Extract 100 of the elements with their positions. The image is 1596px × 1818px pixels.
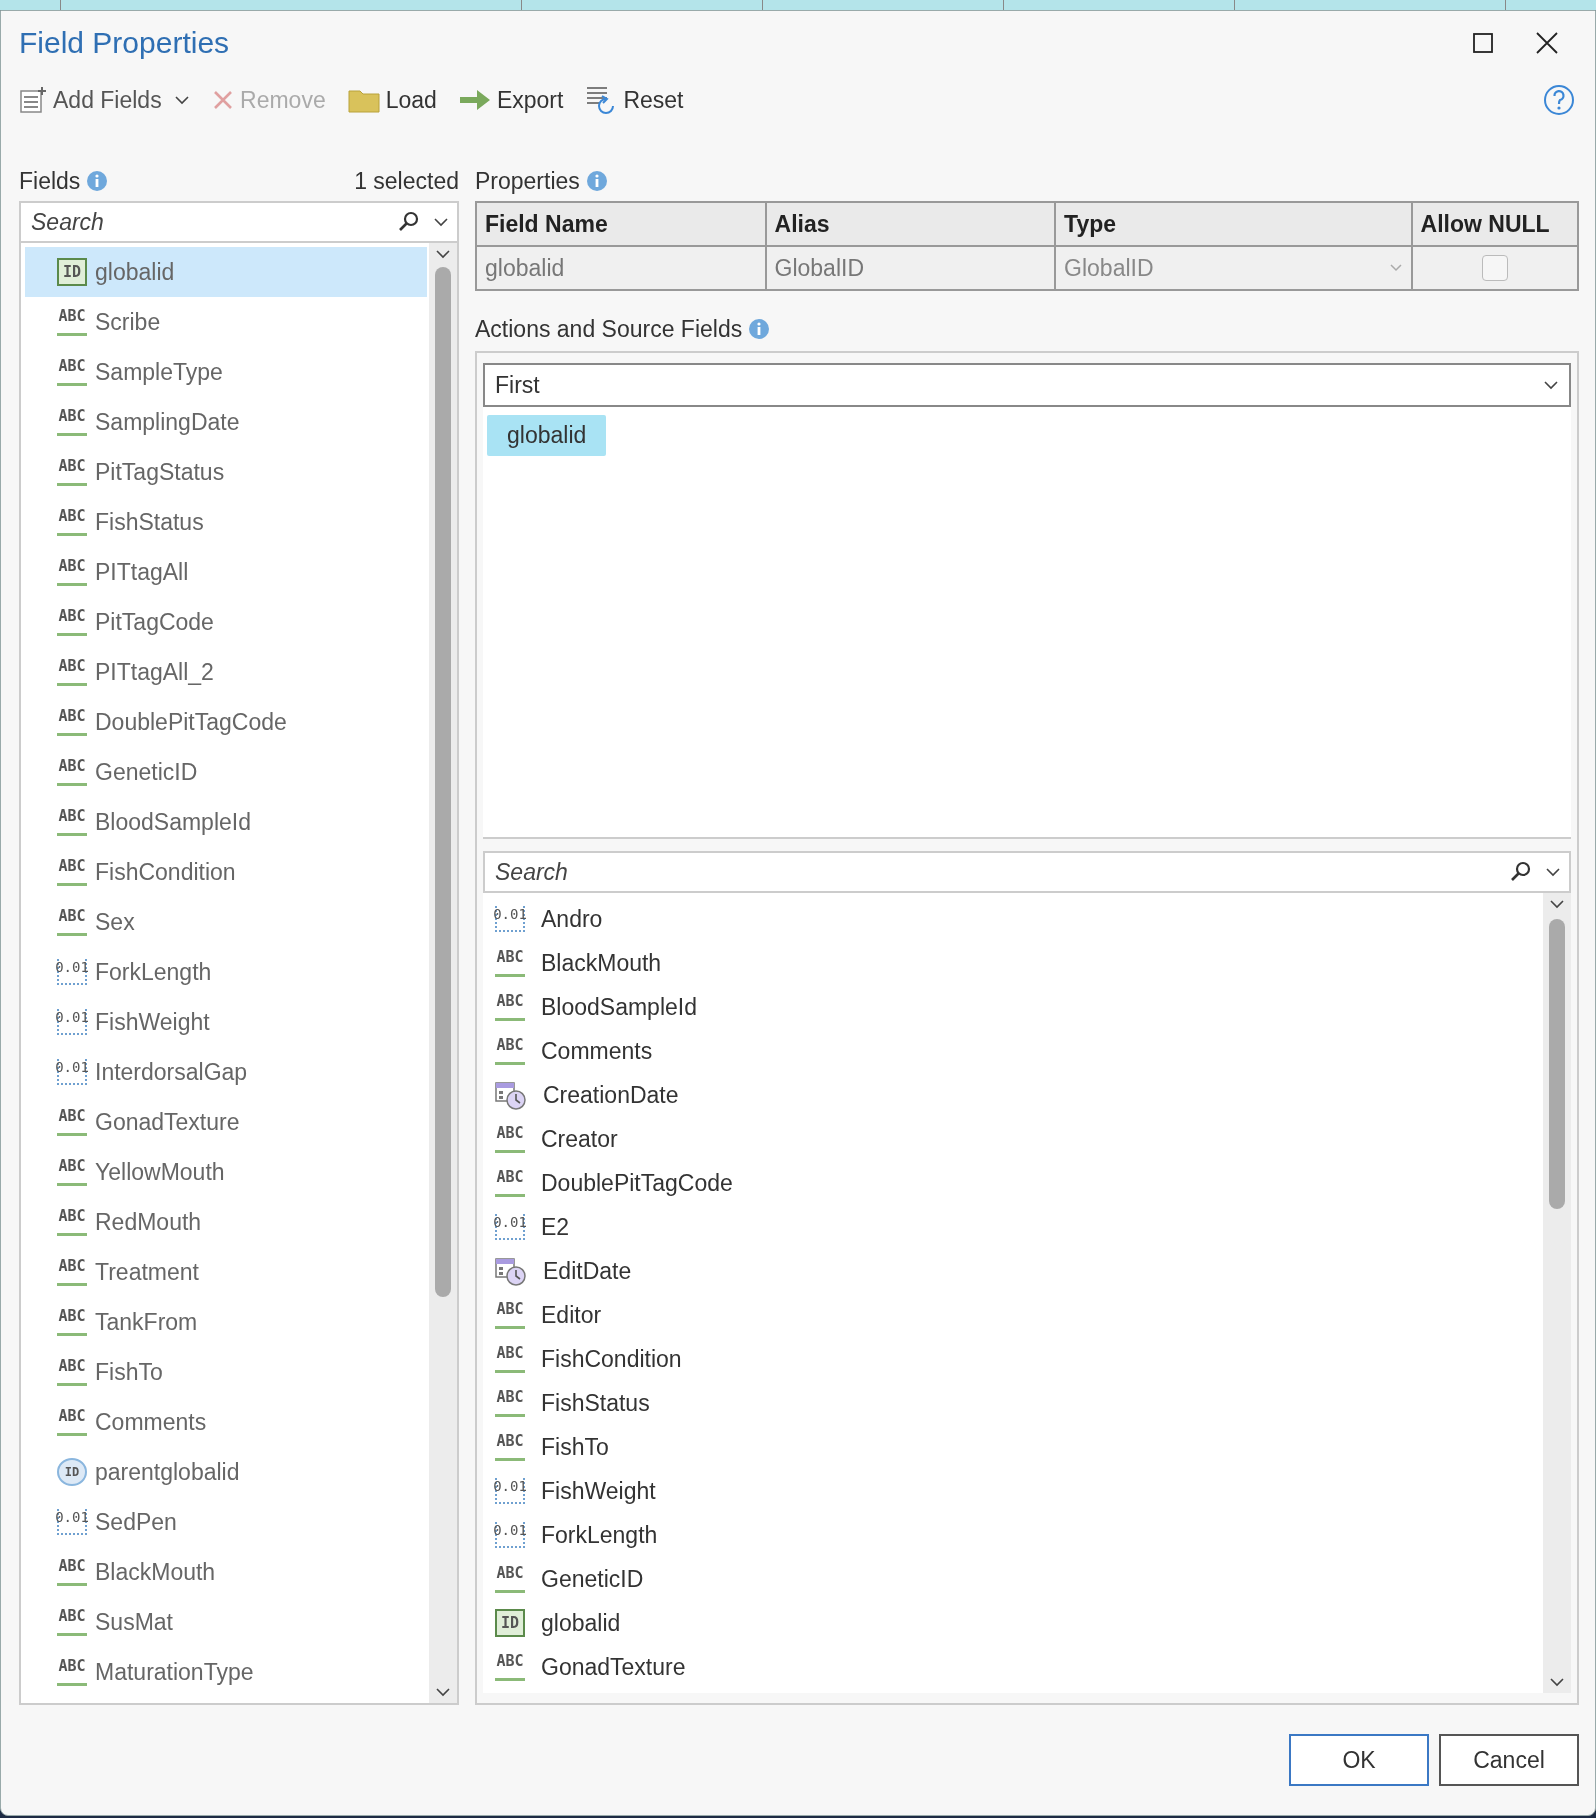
field-list-item[interactable]: ABC SusMat	[25, 1597, 427, 1647]
column-header: Field Name	[476, 202, 766, 246]
field-list-item[interactable]: ABC RedMouth	[25, 1197, 427, 1247]
field-name: Editor	[541, 1301, 602, 1329]
number-field-icon: 0.01	[495, 1214, 525, 1240]
field-list-item[interactable]: ABC TankFrom	[25, 1297, 427, 1347]
source-field-item[interactable]: ID globalid	[487, 1601, 1541, 1645]
field-list-item[interactable]: ABC Comments	[25, 1397, 427, 1447]
source-field-item[interactable]: ABC FishCondition	[487, 1337, 1541, 1381]
table-cell: globalid	[476, 246, 766, 290]
action-dropdown[interactable]: First	[483, 363, 1571, 407]
field-name: GeneticID	[541, 1565, 644, 1593]
field-list-item[interactable]: ABC SamplingDate	[25, 397, 427, 447]
dialog-button[interactable]: OK	[1289, 1734, 1429, 1786]
field-list-item[interactable]: 0.01 InterdorsalGap	[25, 1047, 427, 1097]
field-name: FishStatus	[541, 1389, 650, 1417]
field-name: GonadTexture	[95, 1108, 240, 1136]
field-name: PITtagAll_2	[95, 658, 214, 686]
close-icon	[1536, 32, 1558, 54]
field-list-item[interactable]: ABC MaturationType	[25, 1647, 427, 1697]
field-name: DoublePitTagCode	[95, 708, 287, 736]
field-list-item[interactable]: ABC PitTagStatus	[25, 447, 427, 497]
source-field-item[interactable]: CreationDate	[487, 1073, 1541, 1117]
toolbar-button[interactable]: Add Fields	[19, 86, 191, 114]
field-list-item[interactable]: ABC Scribe	[25, 297, 427, 347]
source-field-item[interactable]: ABC BloodSampleId	[487, 985, 1541, 1029]
field-name: GeneticID	[95, 758, 198, 786]
toolbar-button[interactable]: Reset	[585, 84, 684, 116]
field-list-item[interactable]: ABC PITtagAll_2	[25, 647, 427, 697]
chevron-down-icon[interactable]	[1543, 380, 1559, 390]
source-field-chip[interactable]: globalid	[487, 415, 607, 456]
column-header: Allow NULL	[1411, 202, 1578, 246]
field-list-item[interactable]: 0.01 SedPen	[25, 1497, 427, 1547]
selection-count: 1 selected	[354, 167, 459, 195]
field-name: SedPen	[95, 1508, 177, 1536]
field-list-item[interactable]: ID globalid	[25, 247, 427, 297]
field-list-item[interactable]: ABC Treatment	[25, 1247, 427, 1297]
field-list-item[interactable]: ABC BlackMouth	[25, 1547, 427, 1597]
field-list-item[interactable]: ABC FishStatus	[25, 497, 427, 547]
window-title: Field Properties	[19, 26, 231, 60]
folder-icon	[347, 87, 380, 113]
field-name: SusMat	[95, 1608, 173, 1636]
field-list-item[interactable]: ID parentglobalid	[25, 1447, 427, 1497]
field-name: FishWeight	[95, 1008, 210, 1036]
field-name: BloodSampleId	[95, 808, 251, 836]
scrollbar[interactable]	[1543, 893, 1571, 1693]
chevron-down-icon[interactable]	[1545, 867, 1561, 877]
table-cell: GlobalID	[765, 246, 1056, 290]
chevron-down-icon	[1388, 263, 1403, 273]
scrollbar-thumb[interactable]	[1549, 919, 1565, 1209]
guid-field-icon: ID	[57, 1458, 87, 1486]
calendar-clock-icon	[495, 1256, 527, 1286]
chevron-down-icon[interactable]	[433, 217, 449, 227]
search-field[interactable]: Search	[19, 201, 459, 243]
source-field-item[interactable]: ABC DoublePitTagCode	[487, 1161, 1541, 1205]
dialog-button[interactable]: Cancel	[1439, 1734, 1579, 1786]
source-field-item[interactable]: EditDate	[487, 1249, 1541, 1293]
source-field-item[interactable]: 0.01 E2	[487, 1205, 1541, 1249]
source-field-item[interactable]: ABC GeneticID	[487, 1557, 1541, 1601]
field-name: Sex	[95, 908, 135, 936]
scrollbar[interactable]	[429, 243, 457, 1703]
field-list-item[interactable]: ABC FishTo	[25, 1347, 427, 1397]
source-field-item[interactable]: ABC BlackMouth	[487, 941, 1541, 985]
source-field-item[interactable]: ABC Comments	[487, 1029, 1541, 1073]
source-field-item[interactable]: ABC GonadTexture	[487, 1645, 1541, 1689]
source-field-item[interactable]: 0.01 ForkLength	[487, 1513, 1541, 1557]
field-list-item[interactable]: ABC PITtagAll	[25, 547, 427, 597]
scroll-down-icon[interactable]	[435, 1687, 451, 1697]
toolbar-button[interactable]: Load	[347, 86, 437, 114]
scroll-down-icon[interactable]	[1549, 1677, 1565, 1687]
toolbar-button[interactable]: Export	[458, 86, 564, 114]
field-list-item[interactable]: ABC BloodSampleId	[25, 797, 427, 847]
field-list-item[interactable]: ABC FishCondition	[25, 847, 427, 897]
source-field-item[interactable]: 0.01 FishWeight	[487, 1469, 1541, 1513]
source-field-item[interactable]: ABC Creator	[487, 1117, 1541, 1161]
field-name: YellowMouth	[95, 1158, 225, 1186]
field-list-item[interactable]: 0.01 FishWeight	[25, 997, 427, 1047]
id-field-icon: ID	[495, 1609, 525, 1637]
field-list-item[interactable]: ABC SampleType	[25, 347, 427, 397]
scrollbar-thumb[interactable]	[435, 267, 451, 1297]
field-name: Andro	[541, 905, 603, 933]
field-list-item[interactable]: ABC GonadTexture	[25, 1097, 427, 1147]
field-name: parentglobalid	[95, 1458, 240, 1486]
field-list-item[interactable]: ABC DoublePitTagCode	[25, 697, 427, 747]
source-field-item[interactable]: ABC FishTo	[487, 1425, 1541, 1469]
field-list-item[interactable]: ABC Sex	[25, 897, 427, 947]
field-name: Comments	[95, 1408, 207, 1436]
field-list-item[interactable]: ABC GeneticID	[25, 747, 427, 797]
field-list-item[interactable]: ABC YellowMouth	[25, 1147, 427, 1197]
field-list-item[interactable]: ABC PitTagCode	[25, 597, 427, 647]
search-field[interactable]: Search	[483, 851, 1571, 893]
chevron-down-icon[interactable]	[174, 95, 191, 105]
source-field-item[interactable]: ABC FishStatus	[487, 1381, 1541, 1425]
field-list-item[interactable]: 0.01 ForkLength	[25, 947, 427, 997]
field-name: FishWeight	[541, 1477, 656, 1505]
field-name: BlackMouth	[95, 1558, 216, 1586]
source-field-item[interactable]: ABC Editor	[487, 1293, 1541, 1337]
help-icon[interactable]	[1543, 84, 1575, 116]
source-field-item[interactable]: 0.01 Andro	[487, 897, 1541, 941]
field-name: BloodSampleId	[541, 993, 697, 1021]
